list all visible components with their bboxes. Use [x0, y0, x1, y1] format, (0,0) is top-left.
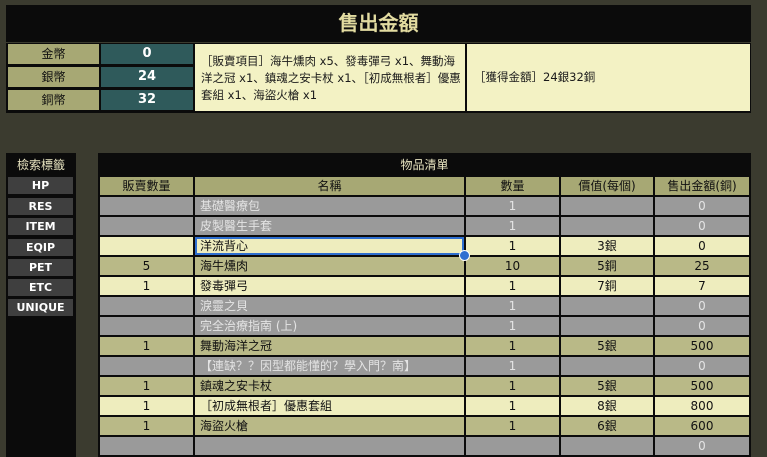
- unit-price-cell: 5銅: [561, 257, 653, 275]
- sold-amount-cell: 0: [655, 357, 749, 375]
- sold-amount-cell: 25: [655, 257, 749, 275]
- gold-coin-value: 0: [101, 44, 193, 64]
- item-name-cell: 淚靈之貝: [195, 297, 464, 315]
- quantity-cell: 1: [466, 197, 559, 215]
- quantity-cell: 1: [466, 377, 559, 395]
- quantity-cell: 1: [466, 237, 559, 255]
- sold-amount-cell: 500: [655, 337, 749, 355]
- item-name-cell: 皮製醫生手套: [195, 217, 464, 235]
- sold-amount-cell: 0: [655, 437, 749, 455]
- sell-quantity-cell[interactable]: [100, 317, 193, 335]
- quantity-cell: [466, 437, 559, 455]
- quantity-cell: 1: [466, 317, 559, 335]
- item-list-panel: 物品清單 販賣數量 名稱 數量 價值(每個) 售出金額(銅) 基礎醫療包 1 0 皮製…: [98, 153, 751, 457]
- sell-quantity-cell[interactable]: [100, 237, 193, 255]
- tag-button-etc[interactable]: ETC: [8, 279, 73, 296]
- gold-coin-label: 金幣: [8, 44, 99, 64]
- item-name-cell: 【連缺？？因型都能懂的？學入門？南】: [195, 357, 464, 375]
- sidebar-title: 檢索標籤: [16, 158, 65, 172]
- quantity-cell: 1: [466, 337, 559, 355]
- quantity-cell: 10: [466, 257, 559, 275]
- unit-price-cell: [561, 437, 653, 455]
- item-name-cell: [195, 437, 464, 455]
- sell-quantity-cell[interactable]: [100, 437, 193, 455]
- header-quantity: 數量: [466, 177, 559, 195]
- sold-amount-cell: 0: [655, 197, 749, 215]
- unit-price-cell: [561, 317, 653, 335]
- earned-amount-text: ［獲得金額］24銀32銅: [467, 44, 750, 111]
- sell-quantity-cell[interactable]: 5: [100, 257, 193, 275]
- copper-coin-label: 銅幣: [8, 90, 99, 110]
- tag-button-res[interactable]: RES: [8, 198, 73, 215]
- sell-quantity-cell[interactable]: [100, 217, 193, 235]
- unit-price-cell: 6銀: [561, 417, 653, 435]
- sell-quantity-cell[interactable]: [100, 197, 193, 215]
- sold-amount-cell: 0: [655, 237, 749, 255]
- sell-quantity-cell[interactable]: 1: [100, 377, 193, 395]
- quantity-cell: 1: [466, 417, 559, 435]
- header-name: 名稱: [195, 177, 464, 195]
- item-list-title: 物品清單: [400, 158, 449, 172]
- coin-summary: 金幣 0 銀幣 24 銅幣 32 ［販賣項目］海牛燻肉 x5、發毒彈弓 x1、舞…: [6, 43, 751, 113]
- sold-amount-cell: 0: [655, 217, 749, 235]
- header-unit-price: 價值(每個): [561, 177, 653, 195]
- tag-button-unique[interactable]: UNIQUE: [8, 299, 73, 316]
- sold-amount-cell: 0: [655, 297, 749, 315]
- header-sell-quantity: 販賣數量: [100, 177, 193, 195]
- header-sold-amount: 售出金額(銅): [655, 177, 749, 195]
- item-name-cell: ［初成無根者］優惠套組: [195, 397, 464, 415]
- sold-amount-cell: 0: [655, 317, 749, 335]
- sold-amount-cell: 500: [655, 377, 749, 395]
- sell-quantity-cell[interactable]: 1: [100, 277, 193, 295]
- sold-amount-cell: 7: [655, 277, 749, 295]
- sold-amount-cell: 600: [655, 417, 749, 435]
- sold-items-text: ［販賣項目］海牛燻肉 x5、發毒彈弓 x1、舞動海洋之冠 x1、鎮魂之安卡杖 x…: [195, 44, 465, 111]
- sell-quantity-cell[interactable]: 1: [100, 397, 193, 415]
- page-title: 售出金額: [6, 5, 751, 42]
- item-name-cell: 舞動海洋之冠: [195, 337, 464, 355]
- selected-cell[interactable]: 洋流背心: [195, 237, 464, 255]
- sell-quantity-cell[interactable]: [100, 297, 193, 315]
- search-tag-sidebar: 檢索標籤 HP RES ITEM EQIP PET ETC UNIQUE: [6, 153, 76, 457]
- copper-coin-value: 32: [101, 90, 193, 110]
- quantity-cell: 1: [466, 397, 559, 415]
- silver-coin-value: 24: [101, 67, 193, 87]
- tag-button-eqip[interactable]: EQIP: [8, 239, 73, 256]
- unit-price-cell: [561, 217, 653, 235]
- sell-quantity-cell[interactable]: 1: [100, 417, 193, 435]
- unit-price-cell: 7銅: [561, 277, 653, 295]
- unit-price-cell: 8銀: [561, 397, 653, 415]
- unit-price-cell: 5銀: [561, 337, 653, 355]
- unit-price-cell: [561, 357, 653, 375]
- item-name-cell: 完全治療指南 (上): [195, 317, 464, 335]
- quantity-cell: 1: [466, 217, 559, 235]
- tag-button-item[interactable]: ITEM: [8, 218, 73, 235]
- item-name-cell: 鎮魂之安卡杖: [195, 377, 464, 395]
- sell-quantity-cell[interactable]: [100, 357, 193, 375]
- quantity-cell: 1: [466, 357, 559, 375]
- item-name-cell: 發毒彈弓: [195, 277, 464, 295]
- silver-coin-label: 銀幣: [8, 67, 99, 87]
- unit-price-cell: [561, 297, 653, 315]
- unit-price-cell: [561, 197, 653, 215]
- sold-amount-cell: 800: [655, 397, 749, 415]
- quantity-cell: 1: [466, 277, 559, 295]
- unit-price-cell: 3銀: [561, 237, 653, 255]
- item-name-cell: 海盜火槍: [195, 417, 464, 435]
- selection-fill-handle[interactable]: [459, 250, 470, 261]
- item-name-cell: 基礎醫療包: [195, 197, 464, 215]
- item-name-cell: 海牛燻肉: [195, 257, 464, 275]
- sell-quantity-cell[interactable]: 1: [100, 337, 193, 355]
- tag-button-hp[interactable]: HP: [8, 177, 73, 194]
- unit-price-cell: 5銀: [561, 377, 653, 395]
- quantity-cell: 1: [466, 297, 559, 315]
- tag-button-pet[interactable]: PET: [8, 259, 73, 276]
